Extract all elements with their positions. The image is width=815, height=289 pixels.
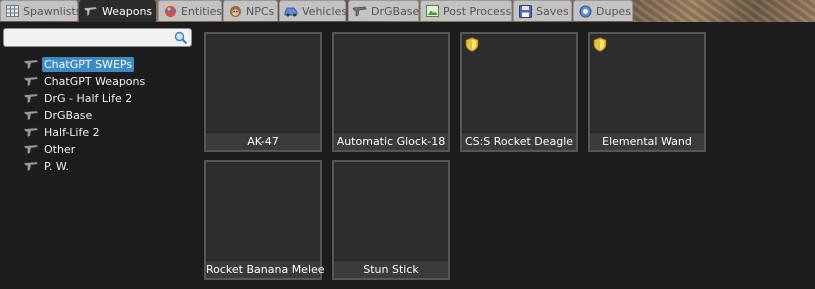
tab-saves[interactable]: Saves	[513, 0, 572, 21]
tab-label: Dupes	[596, 4, 631, 18]
weapon-card-stun-stick[interactable]: Stun Stick	[332, 160, 450, 280]
tree-item-drg-half-life-2[interactable]: DrG - Half Life 2	[23, 90, 134, 106]
weapon-card-rocket-banana-melee[interactable]: Rocket Banana Melee	[204, 160, 325, 280]
tab-post-process[interactable]: Post Process	[420, 0, 512, 21]
tree-item-chatgpt-sweps[interactable]: ChatGPT SWEPs	[23, 56, 135, 72]
tab-spawnlists[interactable]: Spawnlists	[0, 0, 82, 21]
search-box[interactable]	[3, 28, 192, 47]
tab-bar: Spawnlists Weapons Entities NPCs Vehicle…	[0, 0, 815, 22]
tab-label: Vehicles	[302, 4, 348, 18]
saves-disk-icon	[518, 4, 532, 18]
weapon-card-label: Rocket Banana Melee	[206, 260, 325, 278]
tree-item-chatgpt-weapons[interactable]: ChatGPT Weapons	[23, 73, 147, 89]
tree-item-label: P. W.	[44, 159, 70, 173]
weapon-folder-icon	[23, 58, 40, 70]
weapon-folder-icon	[23, 75, 40, 87]
weapon-card-automatic-glock-18[interactable]: Automatic Glock-18	[332, 32, 450, 152]
post-process-picture-icon	[425, 4, 439, 18]
drgbase-gun-icon	[353, 4, 367, 18]
weapon-folder-icon	[23, 92, 40, 104]
tree-item-label: Other	[44, 142, 76, 156]
tab-label: Weapons	[102, 5, 153, 18]
weapon-card-css-rocket-deagle[interactable]: CS:S Rocket Deagle	[460, 32, 578, 152]
weapon-card-label: AK-47	[206, 132, 320, 150]
tab-label: Spawnlists	[23, 4, 82, 18]
tab-drgbase[interactable]: DrGBase	[348, 0, 419, 21]
weapon-card-elemental-wand[interactable]: Elemental Wand	[588, 32, 706, 152]
tree-item-label: ChatGPT Weapons	[44, 74, 146, 88]
weapon-folder-icon	[23, 126, 40, 138]
tab-label: Post Process	[443, 4, 512, 18]
weapon-folder-icon	[23, 109, 40, 121]
tree-item-label: ChatGPT SWEPs	[42, 56, 135, 72]
tab-label: Entities	[181, 4, 223, 18]
weapon-card-label: Elemental Wand	[590, 132, 704, 150]
tab-label: NPCs	[246, 4, 275, 18]
weapon-grid: AK-47 Automatic Glock-18 CS:S Rocket Dea…	[198, 22, 815, 289]
search-icon[interactable]	[174, 31, 188, 45]
weapon-card-label: CS:S Rocket Deagle	[462, 132, 576, 150]
tree-item-drgbase[interactable]: DrGBase	[23, 107, 94, 123]
tree-item-p-w[interactable]: P. W.	[23, 158, 71, 174]
tree-item-label: Half-Life 2	[44, 125, 100, 139]
weapon-gun-icon	[84, 5, 98, 19]
weapon-card-label: Automatic Glock-18	[334, 132, 448, 150]
tree-item-other[interactable]: Other	[23, 141, 77, 157]
weapons-panel: ChatGPT SWEPs ChatGPT Weapons DrG - Half…	[0, 22, 815, 289]
tree-item-label: DrGBase	[44, 108, 93, 122]
weapon-folder-icon	[23, 160, 40, 172]
tab-label: Saves	[536, 4, 569, 18]
tab-dupes[interactable]: Dupes	[573, 0, 633, 21]
entities-ball-icon	[163, 4, 177, 18]
weapon-card-label: Stun Stick	[334, 260, 448, 278]
tree-item-half-life-2[interactable]: Half-Life 2	[23, 124, 102, 140]
vehicle-car-icon	[284, 4, 298, 18]
weapon-folder-icon	[23, 143, 40, 155]
tab-entities[interactable]: Entities	[158, 0, 222, 21]
category-sidebar: ChatGPT SWEPs ChatGPT Weapons DrG - Half…	[0, 22, 198, 289]
tab-weapons[interactable]: Weapons	[79, 0, 156, 22]
npc-monkey-icon	[228, 4, 242, 18]
spawnlist-grid-icon	[5, 4, 19, 18]
search-input[interactable]	[7, 30, 167, 45]
tab-npcs[interactable]: NPCs	[223, 0, 278, 21]
admin-shield-icon	[465, 37, 479, 52]
tab-vehicles[interactable]: Vehicles	[279, 0, 348, 21]
tab-label: DrGBase	[371, 4, 420, 18]
admin-shield-icon	[593, 37, 607, 52]
dupes-icon	[578, 4, 592, 18]
weapon-card-ak-47[interactable]: AK-47	[204, 32, 322, 152]
tree-item-label: DrG - Half Life 2	[44, 91, 133, 105]
